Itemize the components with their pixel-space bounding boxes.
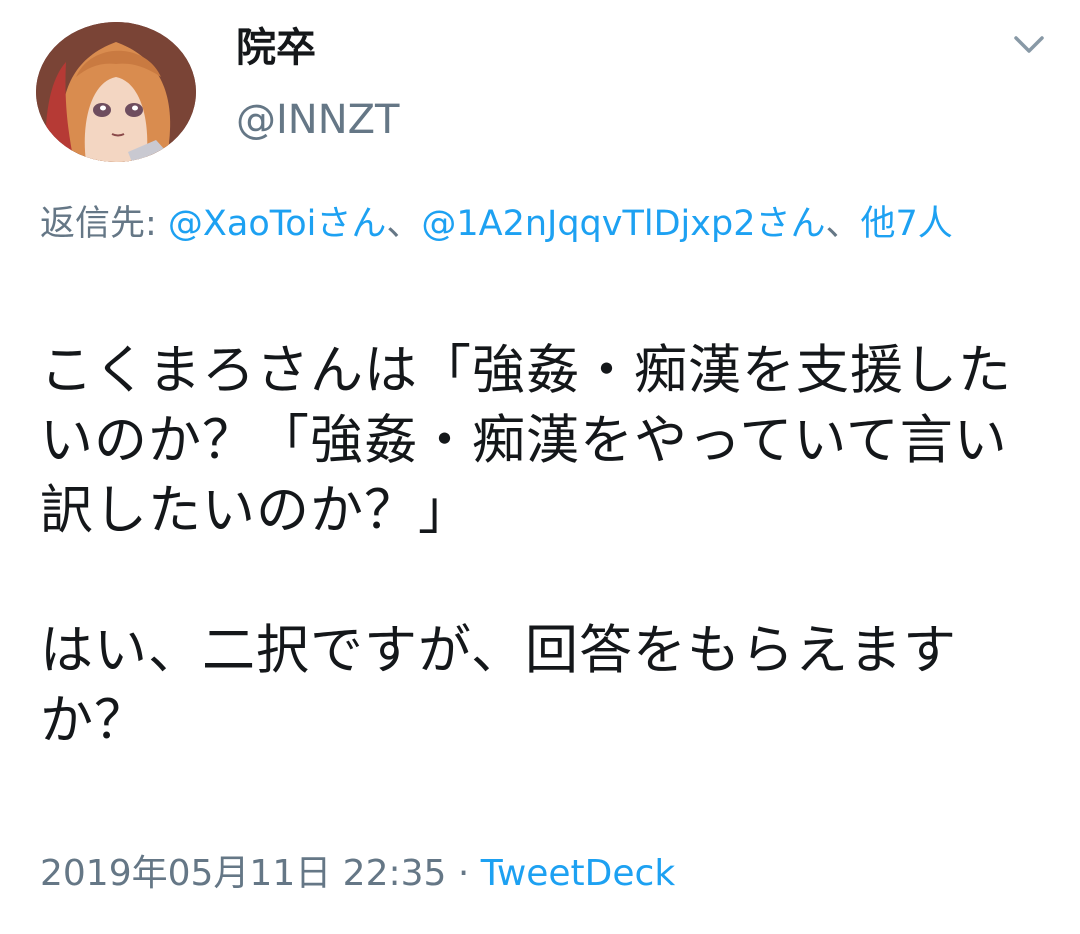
tweet-text: こくまろさんは「強姦・痴漢を支援したいのか？「強姦・痴漢をやっていて言い訳したい…: [40, 336, 1050, 756]
reply-prefix: 返信先:: [40, 204, 168, 244]
timestamp[interactable]: 2019年05月11日 22:35: [40, 853, 446, 894]
mention-link[interactable]: @XaoToiさん: [168, 204, 386, 244]
tweet-paragraph: はい、二択ですが、回答をもらえますか？: [40, 620, 957, 751]
others-link[interactable]: 他7人: [860, 204, 952, 244]
avatar[interactable]: [36, 22, 196, 162]
tweet-paragraph: こくまろさんは「強姦・痴漢を支援したいのか？「強姦・痴漢をやっていて言い訳したい…: [40, 340, 1012, 541]
chevron-down-icon[interactable]: [1006, 26, 1052, 62]
source-link[interactable]: TweetDeck: [481, 853, 675, 894]
reply-context: 返信先: @XaoToiさん、@1A2nJqqvTlDjxp2さん、他7人: [40, 200, 1040, 248]
tweet-meta: 2019年05月11日 22:35 · TweetDeck: [40, 848, 675, 900]
reply-separator: 、: [825, 204, 861, 244]
anime-girl-avatar-icon: [36, 22, 196, 162]
display-name[interactable]: 院卒: [236, 22, 316, 74]
user-handle[interactable]: @INNZT: [236, 94, 399, 146]
reply-separator: 、: [386, 204, 422, 244]
meta-separator: ·: [446, 853, 481, 894]
mention-link[interactable]: @1A2nJqqvTlDjxp2さん: [421, 204, 825, 244]
